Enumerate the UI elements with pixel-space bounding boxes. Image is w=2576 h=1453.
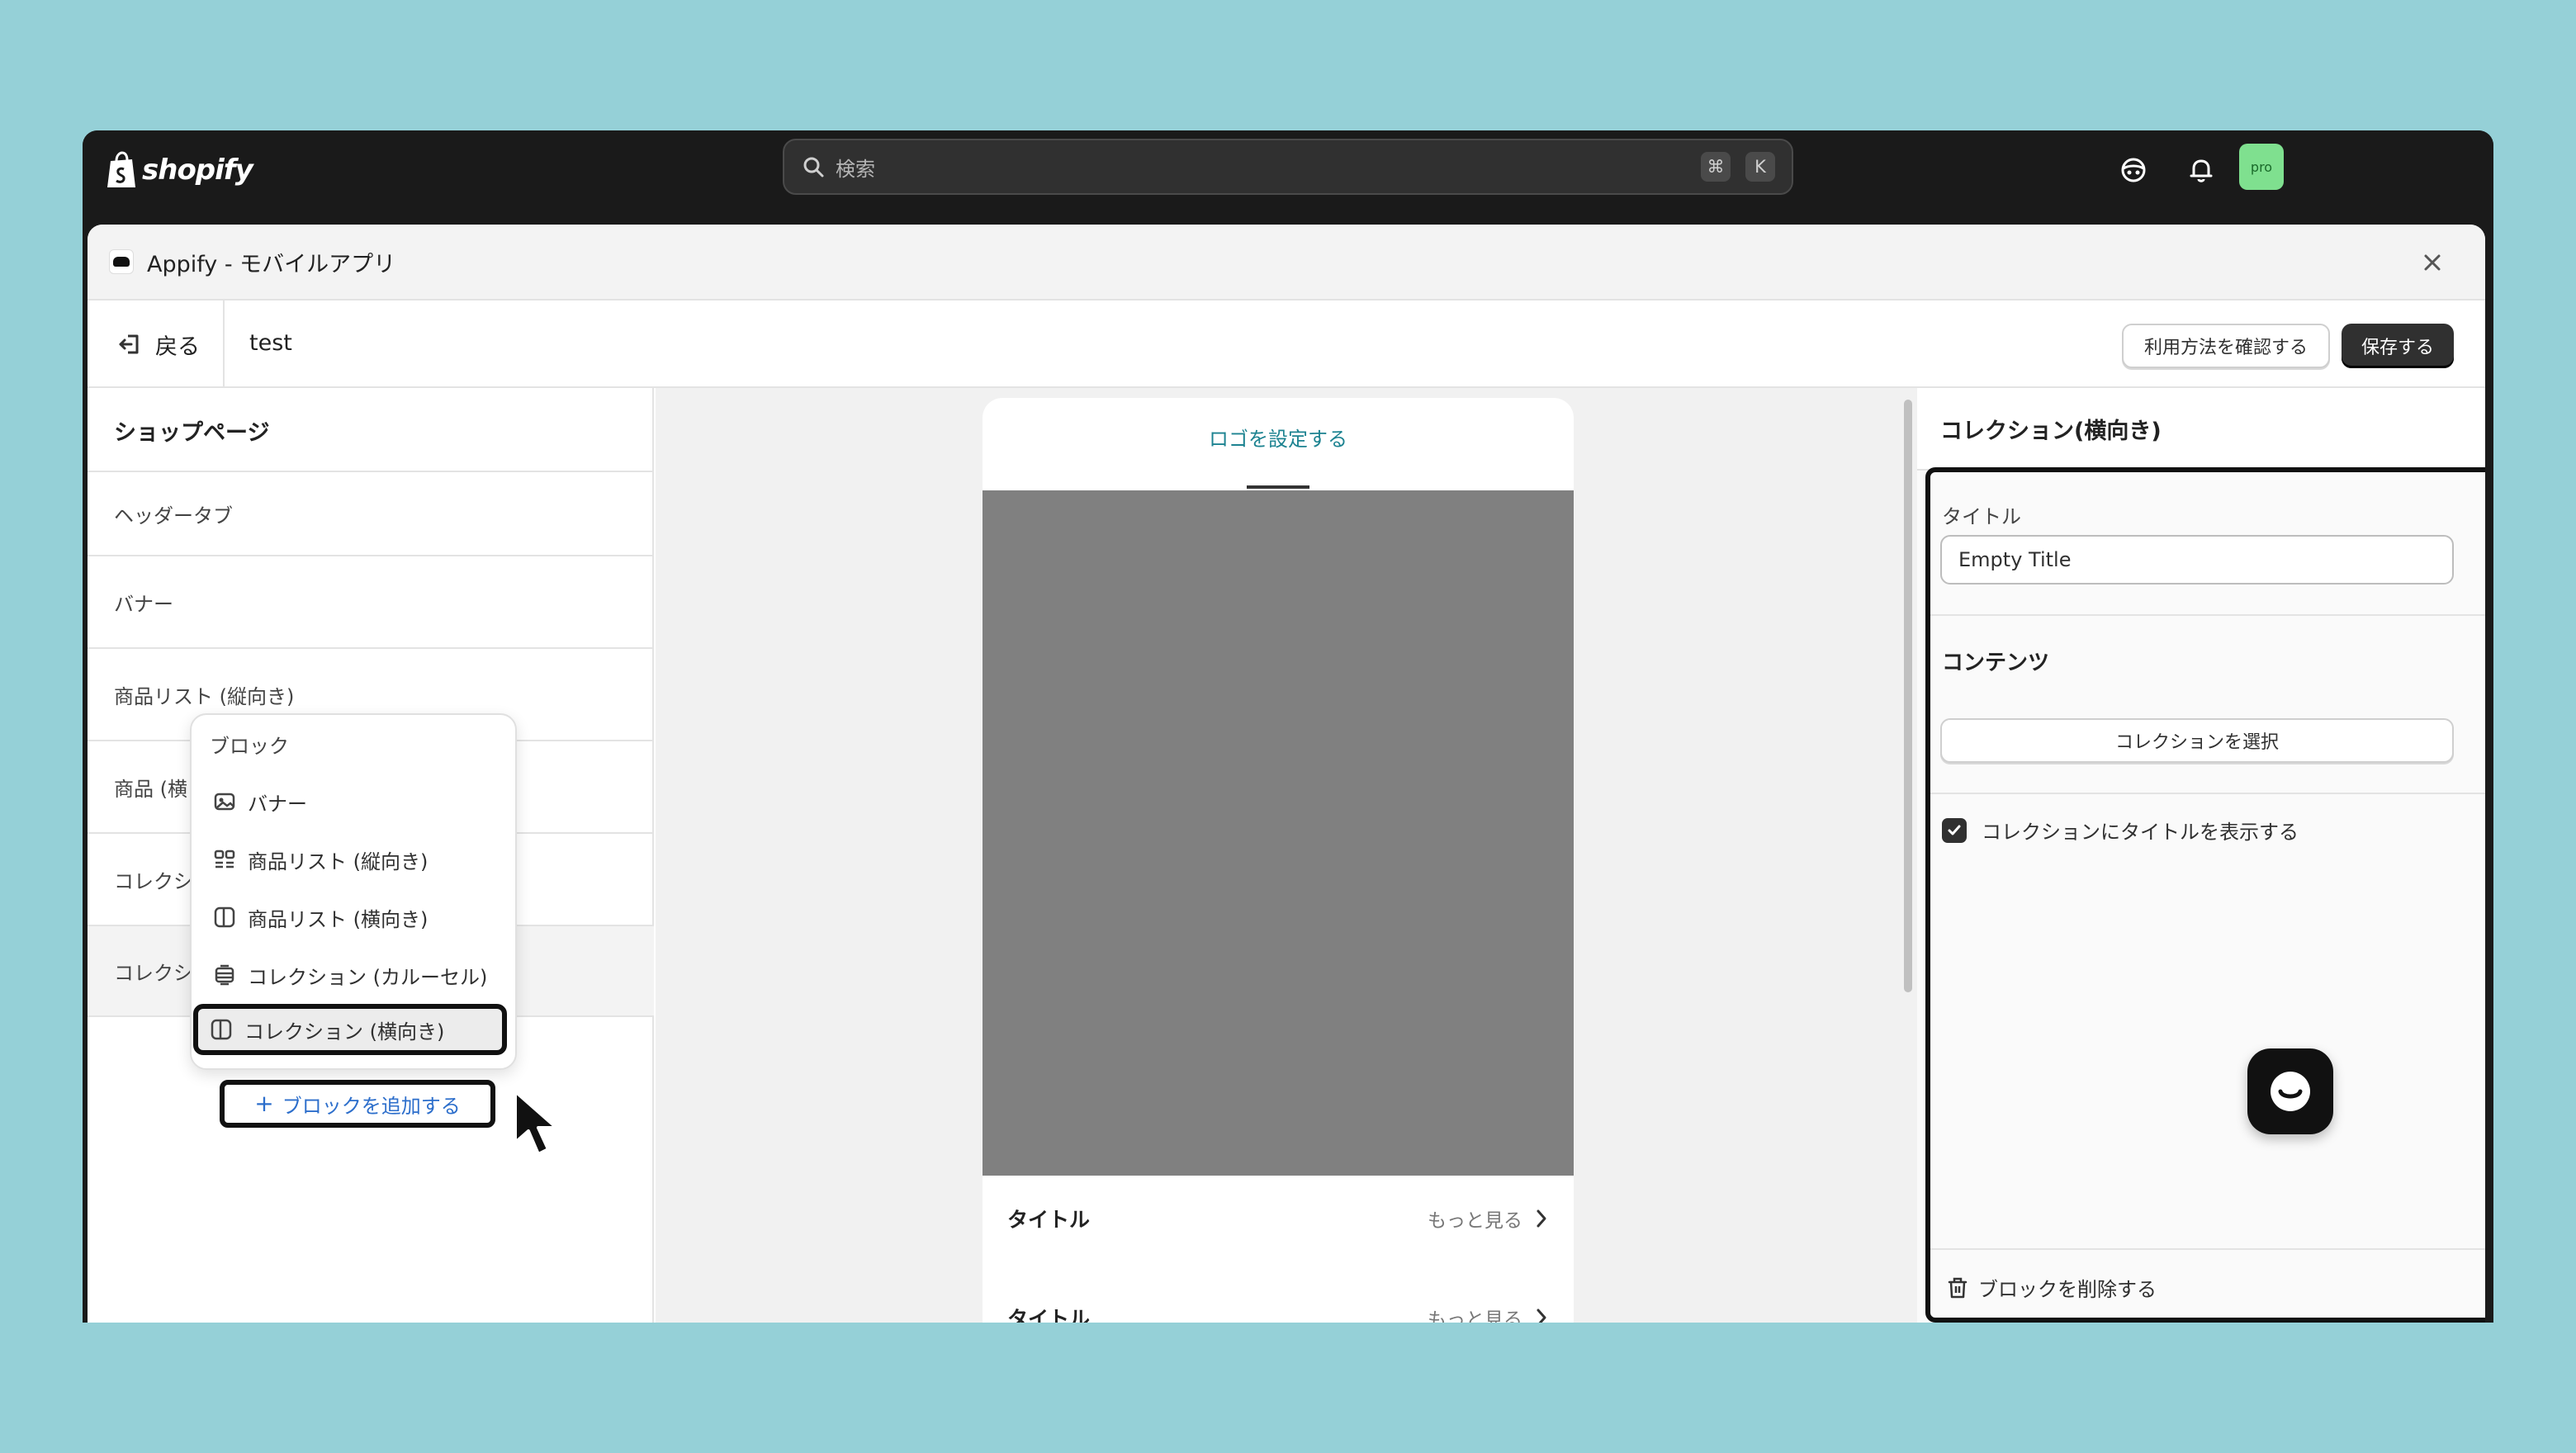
block-option-collection-horizontal[interactable]: コレクション (横向き) [193,1004,507,1055]
collection-row-title: タイトル [1007,1307,1091,1323]
block-option-label: 商品リスト (横向き) [248,907,429,931]
settings-highlight-frame [1925,467,2485,1323]
settings-header: コレクション(横向き) [1917,388,2485,471]
see-more-link: もっと見る [1428,1210,1522,1232]
shop-page-sidebar: ショップページ ヘッダータブ バナー 商品リスト (縦向き) 商品 (横 コレク… [88,388,654,1323]
preview-canvas: ロゴを設定する タイトル もっと見る タイトル もっと見る [656,388,1901,1323]
tab-indicator [1247,485,1309,489]
modal-title: Appify - モバイルアプリ [147,251,396,277]
search-placeholder: 検索 [836,157,875,181]
bell-icon[interactable] [2185,154,2218,187]
search-bar[interactable]: 検索 ⌘ K [783,139,1793,195]
page-name: test [249,330,292,356]
block-option-collection-carousel[interactable]: コレクション (カルーセル) [195,949,512,1001]
modal-header: Appify - モバイルアプリ [88,225,2485,301]
see-more-link: もっと見る [1428,1309,1522,1323]
block-settings-panel: コレクション(横向き) タイトル Empty Title コンテンツ コレクショ… [1917,388,2485,1323]
sidebar-item-banner[interactable]: バナー [88,555,654,647]
popover-title: ブロック [210,735,289,758]
editor-toolbar: 戻る test 利用方法を確認する 保存する [88,301,2485,388]
shortcut-key-k: K [1745,152,1775,182]
sidekick-icon[interactable] [2117,154,2150,187]
collection-row-title: タイトル [1007,1208,1091,1232]
columns-icon [214,906,235,928]
shopify-bag-icon [107,151,135,187]
block-option-banner[interactable]: バナー [195,776,512,827]
columns-icon [211,1019,232,1040]
block-option-label: コレクション (横向き) [244,1020,445,1044]
grid-icon [214,850,235,868]
back-label: 戻る [155,334,200,360]
scrollbar-thumb[interactable] [1904,400,1912,992]
save-button[interactable]: 保存する [2342,324,2454,368]
help-button[interactable]: 利用方法を確認する [2122,324,2330,368]
banner-placeholder [983,490,1574,1176]
chevron-right-icon [1537,1309,1546,1323]
settings-title: コレクション(横向き) [1940,419,2162,444]
shopify-topbar: shopify 検索 ⌘ K pro [83,130,2493,211]
block-option-product-list-horizontal[interactable]: 商品リスト (横向き) [195,892,512,943]
exit-icon [119,334,139,354]
chevron-right-icon [1537,1209,1546,1228]
shortcut-key-cmd: ⌘ [1701,152,1731,182]
collection-row[interactable]: タイトル もっと見る [983,1194,1574,1243]
chat-widget-button[interactable] [2247,1048,2333,1134]
add-block-button[interactable]: + ブロックを追加する [220,1080,495,1128]
add-block-label: ブロックを追加する [282,1094,461,1118]
set-logo-link[interactable]: ロゴを設定する [983,423,1574,452]
preview-scrollbar[interactable] [1901,388,1917,1323]
chat-icon [2271,1072,2310,1111]
block-option-product-list-vertical[interactable]: 商品リスト (縦向き) [195,834,512,885]
phone-preview: ロゴを設定する タイトル もっと見る タイトル もっと見る [983,398,1574,1323]
shopify-logo[interactable]: shopify [106,149,253,192]
back-button[interactable]: 戻る [117,325,200,363]
close-icon[interactable] [2417,248,2447,277]
appify-app-icon [109,249,134,274]
app-modal: Appify - モバイルアプリ 戻る test 利用方法を確認する 保存する … [88,225,2485,1323]
brand-wordmark: shopify [142,154,253,187]
browser-window: shopify 検索 ⌘ K pro Appify - モバイルアプリ 戻る t… [83,130,2493,1323]
toolbar-divider [223,301,225,388]
collection-row[interactable]: タイトル もっと見る [983,1293,1574,1323]
plus-icon: + [254,1090,274,1117]
block-option-label: バナー [248,792,307,816]
carousel-icon [215,964,234,986]
block-picker-popover: ブロック バナー 商品リスト (縦向き) 商品リスト (横向き) コレクション … [190,713,517,1070]
avatar[interactable]: pro [2239,144,2284,190]
banner-icon [214,793,235,811]
sidebar-title: ショップページ [114,420,270,446]
mouse-cursor-icon [514,1090,558,1156]
search-icon [803,157,824,177]
sidebar-item-header-tab[interactable]: ヘッダータブ [88,471,654,555]
block-option-label: 商品リスト (縦向き) [248,850,429,873]
block-option-label: コレクション (カルーセル) [248,965,488,989]
